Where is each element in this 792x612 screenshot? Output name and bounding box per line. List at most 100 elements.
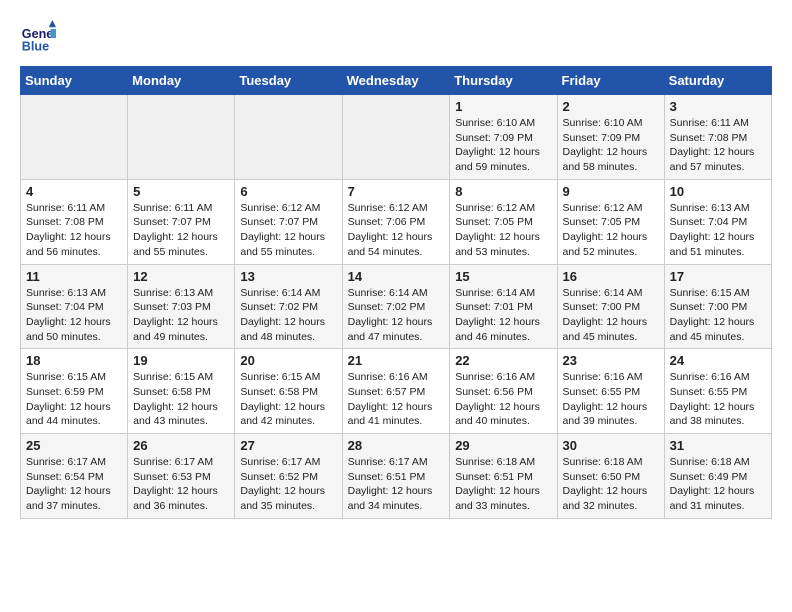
calendar-cell: 14 Sunrise: 6:14 AM Sunset: 7:02 PM Dayli… [342,264,450,349]
day-info: Sunrise: 6:10 AM Sunset: 7:09 PM Dayligh… [563,116,659,175]
day-info: Sunrise: 6:16 AM Sunset: 6:57 PM Dayligh… [348,370,445,429]
day-number: 16 [563,269,659,284]
calendar-cell: 17Sunrise: 6:15 AM Sunset: 7:00 PM Dayli… [664,264,771,349]
day-info: Sunrise: 6:12 AM Sunset: 7:07 PM Dayligh… [240,201,336,260]
calendar-cell: 30Sunrise: 6:18 AM Sunset: 6:50 PM Dayli… [557,434,664,519]
day-info: Sunrise: 6:14 AM Sunset: 7:02 PM Dayligh… [348,286,445,345]
svg-text:Blue: Blue [22,40,49,54]
day-info: Sunrise: 6:12 AM Sunset: 7:05 PM Dayligh… [563,201,659,260]
calendar-header-row: SundayMondayTuesdayWednesdayThursdayFrid… [21,67,772,95]
calendar-cell: 23 Sunrise: 6:16 AM Sunset: 6:55 PM Dayli… [557,349,664,434]
day-info: Sunrise: 6:13 AM Sunset: 7:04 PM Dayligh… [670,201,766,260]
calendar-cell: 4 Sunrise: 6:11 AM Sunset: 7:08 PM Daylig… [21,179,128,264]
calendar-cell: 2 Sunrise: 6:10 AM Sunset: 7:09 PM Daylig… [557,95,664,180]
calendar-cell [235,95,342,180]
calendar-cell [342,95,450,180]
day-number: 5 [133,184,229,199]
day-number: 8 [455,184,551,199]
day-header-tuesday: Tuesday [235,67,342,95]
day-info: Sunrise: 6:17 AM Sunset: 6:51 PM Dayligh… [348,455,445,514]
calendar-cell: 8 Sunrise: 6:12 AM Sunset: 7:05 PM Daylig… [450,179,557,264]
calendar-cell: 25 Sunrise: 6:17 AM Sunset: 6:54 PM Dayli… [21,434,128,519]
day-number: 10 [670,184,766,199]
day-info: Sunrise: 6:11 AM Sunset: 7:07 PM Dayligh… [133,201,229,260]
day-number: 31 [670,438,766,453]
day-info: Sunrise: 6:13 AM Sunset: 7:03 PM Dayligh… [133,286,229,345]
calendar-cell: 3Sunrise: 6:11 AM Sunset: 7:08 PM Daylig… [664,95,771,180]
calendar-cell: 6 Sunrise: 6:12 AM Sunset: 7:07 PM Daylig… [235,179,342,264]
day-info: Sunrise: 6:13 AM Sunset: 7:04 PM Dayligh… [26,286,122,345]
calendar-cell: 9 Sunrise: 6:12 AM Sunset: 7:05 PM Daylig… [557,179,664,264]
day-number: 15 [455,269,551,284]
day-info: Sunrise: 6:16 AM Sunset: 6:55 PM Dayligh… [563,370,659,429]
calendar-cell: 10 Sunrise: 6:13 AM Sunset: 7:04 PM Dayli… [664,179,771,264]
day-header-sunday: Sunday [21,67,128,95]
day-number: 9 [563,184,659,199]
day-info: Sunrise: 6:18 AM Sunset: 6:50 PM Dayligh… [563,455,659,514]
day-info: Sunrise: 6:10 AM Sunset: 7:09 PM Dayligh… [455,116,551,175]
calendar-cell: 26 Sunrise: 6:17 AM Sunset: 6:53 PM Dayli… [128,434,235,519]
calendar-cell: 31 Sunrise: 6:18 AM Sunset: 6:49 PM Dayli… [664,434,771,519]
day-number: 3 [670,99,766,114]
day-info: Sunrise: 6:15 AM Sunset: 6:58 PM Dayligh… [240,370,336,429]
day-info: Sunrise: 6:17 AM Sunset: 6:53 PM Dayligh… [133,455,229,514]
calendar-week-row: 25 Sunrise: 6:17 AM Sunset: 6:54 PM Dayli… [21,434,772,519]
day-info: Sunrise: 6:17 AM Sunset: 6:52 PM Dayligh… [240,455,336,514]
day-number: 11 [26,269,122,284]
day-header-thursday: Thursday [450,67,557,95]
day-number: 2 [563,99,659,114]
calendar-cell [128,95,235,180]
calendar-week-row: 11 Sunrise: 6:13 AM Sunset: 7:04 PM Dayli… [21,264,772,349]
day-number: 27 [240,438,336,453]
calendar-week-row: 1 Sunrise: 6:10 AM Sunset: 7:09 PM Daylig… [21,95,772,180]
day-info: Sunrise: 6:16 AM Sunset: 6:56 PM Dayligh… [455,370,551,429]
day-number: 29 [455,438,551,453]
calendar-cell: 1 Sunrise: 6:10 AM Sunset: 7:09 PM Daylig… [450,95,557,180]
day-info: Sunrise: 6:14 AM Sunset: 7:02 PM Dayligh… [240,286,336,345]
calendar-cell: 5 Sunrise: 6:11 AM Sunset: 7:07 PM Daylig… [128,179,235,264]
day-number: 26 [133,438,229,453]
day-info: Sunrise: 6:18 AM Sunset: 6:51 PM Dayligh… [455,455,551,514]
day-header-saturday: Saturday [664,67,771,95]
day-info: Sunrise: 6:18 AM Sunset: 6:49 PM Dayligh… [670,455,766,514]
calendar-cell [21,95,128,180]
page-header: General Blue [20,20,772,56]
calendar-cell: 13Sunrise: 6:14 AM Sunset: 7:02 PM Dayli… [235,264,342,349]
day-info: Sunrise: 6:15 AM Sunset: 6:58 PM Dayligh… [133,370,229,429]
day-info: Sunrise: 6:12 AM Sunset: 7:05 PM Dayligh… [455,201,551,260]
calendar-cell: 15 Sunrise: 6:14 AM Sunset: 7:01 PM Dayli… [450,264,557,349]
day-number: 18 [26,353,122,368]
day-number: 4 [26,184,122,199]
day-info: Sunrise: 6:14 AM Sunset: 7:01 PM Dayligh… [455,286,551,345]
day-number: 20 [240,353,336,368]
day-number: 14 [348,269,445,284]
logo-icon: General Blue [20,20,56,56]
calendar-cell: 24Sunrise: 6:16 AM Sunset: 6:55 PM Dayli… [664,349,771,434]
day-info: Sunrise: 6:14 AM Sunset: 7:00 PM Dayligh… [563,286,659,345]
calendar-cell: 29 Sunrise: 6:18 AM Sunset: 6:51 PM Dayli… [450,434,557,519]
day-info: Sunrise: 6:15 AM Sunset: 6:59 PM Dayligh… [26,370,122,429]
day-number: 23 [563,353,659,368]
logo: General Blue [20,20,60,56]
calendar-cell: 21 Sunrise: 6:16 AM Sunset: 6:57 PM Dayli… [342,349,450,434]
calendar-cell: 16 Sunrise: 6:14 AM Sunset: 7:00 PM Dayli… [557,264,664,349]
day-number: 24 [670,353,766,368]
day-number: 1 [455,99,551,114]
day-number: 7 [348,184,445,199]
day-number: 12 [133,269,229,284]
calendar-week-row: 4 Sunrise: 6:11 AM Sunset: 7:08 PM Daylig… [21,179,772,264]
day-header-friday: Friday [557,67,664,95]
day-info: Sunrise: 6:17 AM Sunset: 6:54 PM Dayligh… [26,455,122,514]
calendar-cell: 20 Sunrise: 6:15 AM Sunset: 6:58 PM Dayli… [235,349,342,434]
day-number: 25 [26,438,122,453]
day-number: 19 [133,353,229,368]
day-info: Sunrise: 6:11 AM Sunset: 7:08 PM Dayligh… [26,201,122,260]
calendar-table: SundayMondayTuesdayWednesdayThursdayFrid… [20,66,772,519]
calendar-cell: 7Sunrise: 6:12 AM Sunset: 7:06 PM Daylig… [342,179,450,264]
day-number: 6 [240,184,336,199]
calendar-week-row: 18 Sunrise: 6:15 AM Sunset: 6:59 PM Dayli… [21,349,772,434]
calendar-cell: 28Sunrise: 6:17 AM Sunset: 6:51 PM Dayli… [342,434,450,519]
day-header-wednesday: Wednesday [342,67,450,95]
day-number: 21 [348,353,445,368]
calendar-cell: 19 Sunrise: 6:15 AM Sunset: 6:58 PM Dayli… [128,349,235,434]
